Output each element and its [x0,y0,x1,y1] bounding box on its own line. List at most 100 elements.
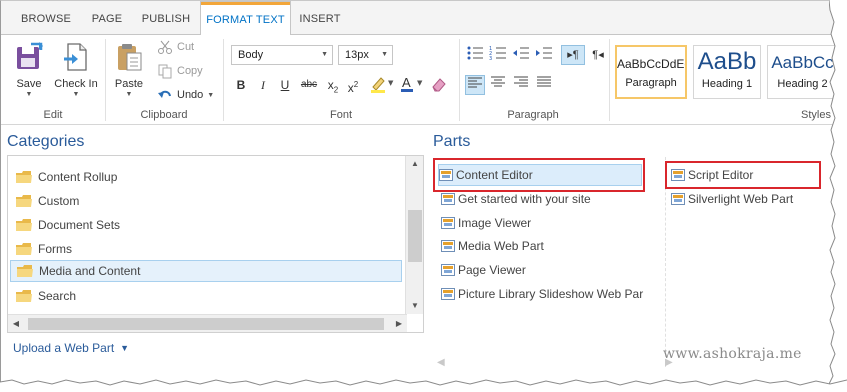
category-label: Content Rollup [38,170,118,184]
bold-button[interactable]: B [231,75,251,95]
web-part-icon [441,240,455,252]
category-forms[interactable]: Forms [10,238,402,260]
part-label: Picture Library Slideshow Web Par [458,287,644,301]
parts-title: Parts [433,133,471,150]
web-part-icon [441,217,455,229]
justify-button[interactable] [534,75,554,95]
font-color-icon: A ▼ [401,75,423,92]
tab-format-text[interactable]: FORMAT TEXT [200,1,291,36]
category-media-and-content[interactable]: Media and Content [10,260,402,282]
numbered-list-button[interactable]: 1 2 3 [488,45,508,65]
paste-button[interactable]: Paste ▼ [111,41,147,99]
align-left-button[interactable] [465,75,485,95]
folder-icon [16,243,32,255]
categories-title: Categories [7,133,85,150]
cut-button[interactable]: Cut [157,37,194,57]
svg-text:A: A [402,75,411,90]
right-to-left-button[interactable]: ¶◂ [586,45,610,65]
align-center-icon [491,76,505,87]
highlight-color-button[interactable]: ▼ [367,75,397,95]
tab-publish[interactable]: PUBLISH [133,1,199,35]
undo-button[interactable]: Undo ▼ [157,85,214,105]
style-paragraph[interactable]: AaBbCcDdEe Paragraph [615,45,687,99]
scroll-left-icon[interactable]: ◀ [8,315,24,332]
check-in-label: Check In [54,78,98,90]
eraser-icon [432,78,446,92]
style-heading-1[interactable]: AaBb Heading 1 [693,45,761,99]
part-label: Image Viewer [458,216,532,230]
tab-insert[interactable]: INSERT [291,1,349,35]
active-tab-indicator [201,2,290,5]
scissors-icon [158,40,172,54]
scroll-down-icon[interactable]: ▼ [406,298,423,314]
scrollbar-thumb[interactable] [28,318,384,330]
category-search[interactable]: Search [10,285,402,307]
part-media-web-part[interactable]: Media Web Part [441,235,544,257]
upload-web-part-link[interactable]: Upload a Web Part ▼ [13,341,129,355]
styles-group-label: Styles [801,109,831,121]
part-get-started[interactable]: Get started with your site [441,188,591,210]
strikethrough-button[interactable]: abc [297,75,321,95]
folder-icon [17,265,33,277]
scroll-up-icon[interactable]: ▲ [406,156,423,172]
category-label: Search [38,289,77,303]
ribbon-body: Save ▼ Check In ▼ Edit Paste ▼ Cut Copy … [1,35,836,125]
sharepoint-page: BROWSE PAGE PUBLISH FORMAT TEXT INSERT S… [0,0,836,384]
increase-indent-button[interactable] [534,45,554,65]
part-picture-library-slideshow[interactable]: Picture Library Slideshow Web Par [441,283,655,305]
previous-page-icon[interactable]: ◀ [437,357,445,368]
category-custom[interactable]: Custom [10,190,402,212]
subscript-button[interactable]: x2 [323,75,343,95]
undo-label: Undo [177,89,204,101]
superscript-button[interactable]: x2 [343,75,363,95]
align-center-button[interactable] [488,75,508,95]
copy-icon [158,64,172,79]
scrollbar-thumb[interactable] [408,210,422,262]
vertical-scrollbar[interactable]: ▲ ▼ [405,156,423,314]
horizontal-scrollbar[interactable]: ◀ ▶ [8,314,407,332]
category-label: Document Sets [38,218,121,232]
save-button[interactable]: Save ▼ [9,41,49,99]
align-right-button[interactable] [511,75,531,95]
web-part-icon [441,264,455,276]
decrease-indent-button[interactable] [511,45,531,65]
ribbon-tab-bar: BROWSE PAGE PUBLISH FORMAT TEXT INSERT [1,1,836,36]
scroll-right-icon[interactable]: ▶ [391,315,407,332]
numbered-list-icon: 1 2 3 [489,46,506,62]
italic-button[interactable]: I [253,75,273,95]
highlighter-icon: ▼ [371,77,394,93]
bulleted-list-button[interactable] [465,45,485,65]
style-heading-2[interactable]: AaBbCc Heading 2 [767,45,836,99]
font-size-dropdown[interactable]: 13px ▼ [338,45,393,65]
category-content-rollup[interactable]: Content Rollup [10,166,402,188]
chevron-down-icon: ▼ [125,91,133,98]
category-document-sets[interactable]: Document Sets [10,214,402,236]
style-heading-2-sample: AaBbCc [771,53,834,72]
underline-button[interactable]: U [275,75,295,95]
justify-icon [537,76,551,87]
tab-page[interactable]: PAGE [81,1,133,35]
copy-button[interactable]: Copy [157,61,203,81]
check-in-button[interactable]: Check In ▼ [53,41,99,99]
left-to-right-button[interactable]: ▸¶ [561,45,585,65]
category-label: Forms [38,242,72,256]
chevron-down-icon: ▼ [321,51,328,58]
part-label: Page Viewer [458,263,526,277]
font-family-dropdown[interactable]: Body ▼ [231,45,333,65]
part-label: Silverlight Web Part [688,192,794,206]
categories-list[interactable]: Content Rollup Custom Document Sets Form… [7,155,424,333]
font-color-button[interactable]: A ▼ [399,75,427,95]
clear-format-button[interactable] [429,75,449,95]
part-page-viewer[interactable]: Page Viewer [441,259,526,281]
folder-icon [16,290,32,302]
save-label: Save [16,78,42,90]
part-image-viewer[interactable]: Image Viewer [441,212,531,234]
chevron-down-icon: ▼ [381,51,388,58]
category-label: Custom [38,194,80,208]
tab-browse[interactable]: BROWSE [11,1,81,35]
rtl-icon: ◂ [598,49,604,61]
chevron-down-icon: ▼ [25,91,33,98]
font-group-label: Font [329,109,352,121]
folder-icon [16,219,32,231]
part-silverlight-web-part[interactable]: Silverlight Web Part [671,188,793,210]
